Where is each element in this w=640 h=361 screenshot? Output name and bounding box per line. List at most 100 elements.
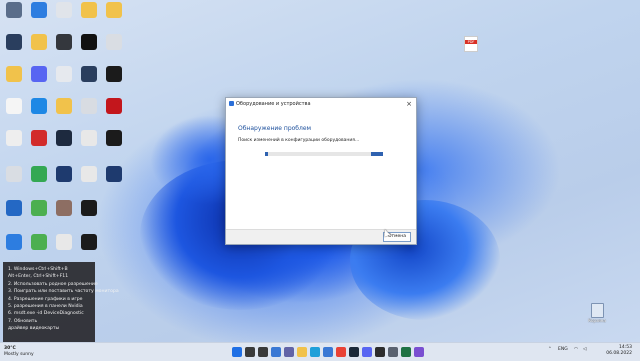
instruction-line: 6. msdt.exe -id DeviceDiagnostic (8, 311, 84, 317)
clock-date: 06.08.2022 (606, 351, 632, 356)
desktop-icon[interactable] (102, 2, 126, 32)
app-icon (81, 66, 97, 82)
instruction-line: 4. Разрешение графики в игре (8, 296, 83, 302)
weather-widget[interactable]: 30°C Mostly sunny (4, 346, 34, 357)
explorer-icon[interactable] (297, 347, 307, 357)
close-button[interactable]: × (406, 98, 412, 110)
desktop-icon[interactable] (52, 66, 76, 96)
chrome-icon[interactable] (336, 347, 346, 357)
desktop-icon[interactable] (77, 130, 101, 160)
app-icon (6, 2, 22, 18)
discord-icon[interactable] (362, 347, 372, 357)
dialog-titlebar: Оборудование и устройства × (226, 98, 416, 110)
desktop-icon[interactable] (77, 166, 101, 196)
desktop-icon[interactable] (27, 2, 51, 32)
app-icon (6, 34, 22, 50)
instruction-line: Alt+Enter, Ctrl+Shift+F11 (8, 274, 69, 280)
desktop-icon[interactable] (52, 2, 76, 32)
desktop-icon[interactable] (102, 34, 126, 64)
desktop-icon-recycle-bin[interactable]: Корзина (586, 303, 608, 323)
app-icon (31, 166, 47, 182)
desktop-icon[interactable] (2, 66, 26, 96)
instructions-overlay: 1. Windows+Ctrl+Shift+B Alt+Enter, Ctrl+S… (3, 262, 119, 342)
app-icon (6, 166, 22, 182)
task-view-icon[interactable] (258, 347, 268, 357)
desktop-icon[interactable] (52, 130, 76, 160)
app-icon (81, 98, 97, 114)
desktop-icon[interactable] (77, 234, 101, 264)
recycle-bin-label: Корзина (588, 318, 606, 323)
hardware-icon (229, 101, 234, 106)
widgets-icon[interactable] (271, 347, 281, 357)
desktop-icon[interactable] (27, 200, 51, 230)
desktop-icon[interactable] (52, 234, 76, 264)
chat-icon[interactable] (284, 347, 294, 357)
edge-icon[interactable] (310, 347, 320, 357)
desktop-icon[interactable] (77, 200, 101, 230)
app-icon (31, 66, 47, 82)
app-icon (31, 2, 47, 18)
search-icon[interactable] (245, 347, 255, 357)
progress-bar (265, 152, 383, 156)
obs-icon[interactable] (375, 347, 385, 357)
desktop-icon[interactable] (102, 66, 126, 96)
desktop-icon[interactable] (52, 166, 76, 196)
weather-desc: Mostly sunny (4, 351, 34, 357)
desktop-icon[interactable] (2, 200, 26, 230)
desktop-icon[interactable] (77, 98, 101, 128)
desktop-icon[interactable] (2, 166, 26, 196)
desktop-icon[interactable] (52, 200, 76, 230)
app-icon (81, 34, 97, 50)
instruction-line: 1. Windows+Ctrl+Shift+B (8, 267, 68, 272)
desktop-icon[interactable] (2, 234, 26, 264)
app-icon (31, 34, 47, 50)
progress-indicator (371, 152, 383, 156)
app-icon (81, 2, 97, 18)
desktop-icon[interactable] (27, 166, 51, 196)
app-icon (6, 200, 22, 216)
desktop-icon[interactable] (27, 66, 51, 96)
desktop-icon[interactable] (102, 166, 126, 196)
settings-icon[interactable] (388, 347, 398, 357)
app-icon (56, 2, 72, 18)
desktop-icon[interactable] (27, 98, 51, 128)
clock[interactable]: 14:53 06.08.2022 (606, 345, 632, 357)
steam-icon[interactable] (349, 347, 359, 357)
recycle-bin-icon (590, 303, 604, 318)
desktop-icon[interactable] (102, 98, 126, 128)
wifi-icon[interactable]: ◠ (574, 347, 578, 352)
instruction-line: 7. Обновить (8, 318, 38, 324)
desktop-icon[interactable] (27, 34, 51, 64)
dialog-status-text: Поиск изменений в конфигурации оборудова… (238, 138, 360, 143)
desktop-icon[interactable] (2, 34, 26, 64)
tray-chevron-icon[interactable]: ⌃ (548, 347, 552, 352)
desktop-icon-pdf[interactable]: PDF (462, 36, 480, 52)
dialog-heading: Обнаружение проблем (238, 125, 312, 132)
start-icon[interactable] (232, 347, 242, 357)
desktop-icon[interactable] (102, 130, 126, 160)
app-icon (81, 130, 97, 146)
app-icon (6, 98, 22, 114)
volume-icon[interactable]: ◁ (583, 347, 586, 352)
app-icon (6, 66, 22, 82)
excel-icon[interactable] (401, 347, 411, 357)
instruction-line: драйвер видеокарты (8, 326, 60, 332)
app-icon[interactable] (414, 347, 424, 357)
app-icon (31, 200, 47, 216)
progress-indicator (265, 152, 268, 156)
dialog-title: Оборудование и устройства (236, 101, 311, 107)
language-indicator[interactable]: ENG (558, 347, 568, 352)
desktop-icon[interactable] (2, 2, 26, 32)
desktop-icon[interactable] (77, 66, 101, 96)
desktop-icon[interactable] (77, 2, 101, 32)
desktop-icon[interactable] (27, 130, 51, 160)
desktop-icon[interactable] (27, 234, 51, 264)
app-icon (31, 130, 47, 146)
desktop-icon[interactable] (77, 34, 101, 64)
desktop: PDF Корзина Оборудование и устройства × … (0, 0, 640, 342)
desktop-icon[interactable] (2, 98, 26, 128)
desktop-icon[interactable] (52, 98, 76, 128)
desktop-icon[interactable] (52, 34, 76, 64)
desktop-icon[interactable] (2, 130, 26, 160)
store-icon[interactable] (323, 347, 333, 357)
